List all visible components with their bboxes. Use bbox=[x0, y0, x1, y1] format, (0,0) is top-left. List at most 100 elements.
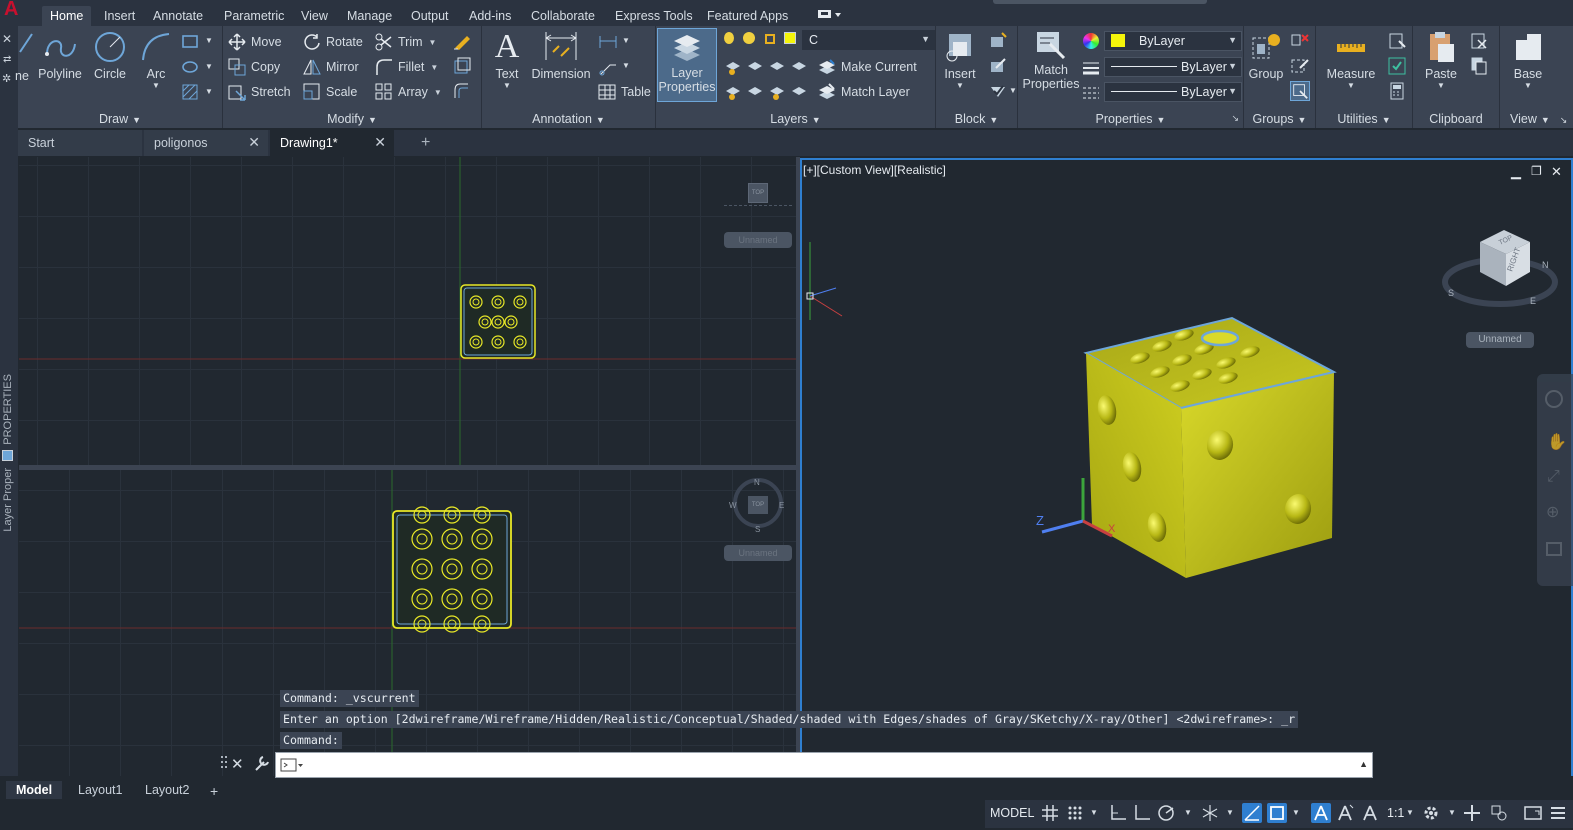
erase-icon[interactable] bbox=[452, 31, 472, 51]
tab-featured-apps[interactable]: Featured Apps bbox=[699, 6, 796, 26]
block-panel-title[interactable]: Block ▼ bbox=[936, 112, 1017, 126]
tab-express-tools[interactable]: Express Tools bbox=[607, 6, 701, 26]
zoom-icon[interactable]: ⤢ bbox=[1547, 468, 1560, 486]
leader-icon[interactable] bbox=[598, 57, 618, 77]
minimize-viewport-icon[interactable]: ▁ bbox=[1511, 164, 1521, 180]
tab-add-ins[interactable]: Add-ins bbox=[461, 6, 519, 26]
viewport-bottom[interactable]: TOP N S E W Unnamed bbox=[19, 470, 797, 776]
create-block-icon[interactable] bbox=[988, 31, 1008, 51]
model-space-toggle[interactable]: MODEL bbox=[990, 806, 1034, 820]
copy-clip-icon[interactable] bbox=[1469, 56, 1489, 76]
viewcube[interactable]: TOP RIGHT N S E bbox=[1442, 220, 1562, 330]
utilities-panel-title[interactable]: Utilities ▼ bbox=[1316, 112, 1412, 126]
color-dropdown[interactable]: ByLayer ▼ bbox=[1104, 31, 1242, 51]
polar-tracking-icon[interactable] bbox=[1156, 803, 1176, 823]
tab-view[interactable]: View bbox=[293, 6, 336, 26]
arc-button[interactable]: Arc ▼ bbox=[138, 30, 174, 90]
trim-button[interactable]: Trim ▼ bbox=[375, 31, 436, 53]
calculator-icon[interactable] bbox=[1387, 81, 1407, 101]
cut-icon[interactable] bbox=[1469, 31, 1489, 51]
scale-button[interactable]: Scale bbox=[303, 81, 357, 103]
tab-insert[interactable]: Insert bbox=[96, 6, 143, 26]
viewcube-small[interactable]: TOP bbox=[748, 183, 768, 203]
annotation-panel-title[interactable]: Annotation ▼ bbox=[482, 112, 655, 126]
insert-button[interactable]: Insert ▼ bbox=[940, 30, 980, 90]
object-snap-tracking-icon[interactable] bbox=[1242, 803, 1262, 823]
offset-icon[interactable] bbox=[452, 81, 472, 101]
properties-palette-tab[interactable]: PROPERTIES bbox=[2, 374, 14, 445]
properties-panel-title[interactable]: Properties ▼ bbox=[1018, 112, 1243, 126]
linetype-icon[interactable] bbox=[1081, 83, 1101, 103]
ribbon-pin-icon[interactable]: ↘ bbox=[1560, 115, 1568, 125]
clean-screen-icon[interactable] bbox=[1523, 803, 1543, 823]
ribbon-minimize-icon[interactable] bbox=[816, 9, 842, 21]
measure-button[interactable]: Measure ▼ bbox=[1320, 30, 1382, 90]
tab-output[interactable]: Output bbox=[403, 6, 457, 26]
layer-isolate-icons[interactable] bbox=[724, 58, 812, 76]
annotation-scale-icon[interactable] bbox=[1360, 803, 1380, 823]
autohide-icon[interactable]: ⇄ bbox=[3, 54, 11, 65]
showmotion-icon[interactable] bbox=[1546, 542, 1562, 556]
paste-button[interactable]: Paste ▼ bbox=[1419, 30, 1463, 90]
tab-poligonos[interactable]: poligonos ✕ bbox=[144, 130, 268, 156]
snap-dropdown-icon[interactable]: ▼ bbox=[1090, 808, 1098, 817]
base-dropdown-icon[interactable]: ▼ bbox=[1504, 81, 1552, 90]
layer-color-swatch[interactable] bbox=[784, 32, 797, 44]
ucs-menu-bottom[interactable]: Unnamed bbox=[724, 545, 792, 561]
dimension-style-dropdown-icon[interactable]: ▼ bbox=[622, 36, 630, 45]
dimension-button[interactable]: Dimension bbox=[530, 30, 592, 81]
tab-annotate[interactable]: Annotate bbox=[145, 6, 211, 26]
command-line-close-icon[interactable]: ✕ bbox=[231, 755, 244, 773]
array-dropdown-icon[interactable]: ▼ bbox=[434, 88, 442, 97]
infer-constraints-icon[interactable] bbox=[1108, 803, 1128, 823]
groups-panel-title[interactable]: Groups ▼ bbox=[1244, 112, 1315, 126]
palette-settings-icon[interactable]: ✲ bbox=[2, 72, 11, 85]
ucs-menu-top[interactable]: Unnamed bbox=[724, 232, 792, 248]
command-prompt-icon[interactable] bbox=[280, 758, 304, 772]
isodraft-icon[interactable] bbox=[1200, 803, 1220, 823]
command-line-grip-icon[interactable] bbox=[221, 756, 227, 772]
osnap-dropdown-icon[interactable]: ▼ bbox=[1292, 808, 1300, 817]
viewcube-bottom[interactable]: TOP bbox=[748, 496, 768, 514]
command-input[interactable] bbox=[308, 756, 1348, 774]
steering-wheel-icon[interactable] bbox=[1545, 390, 1563, 408]
insert-dropdown-icon[interactable]: ▼ bbox=[940, 81, 980, 90]
sun-icon[interactable] bbox=[743, 32, 756, 44]
close-tab-icon[interactable]: ✕ bbox=[248, 134, 260, 151]
lineweight-dropdown[interactable]: ByLayer ▼ bbox=[1104, 82, 1242, 102]
annotation-monitor-icon[interactable] bbox=[1462, 803, 1482, 823]
close-tab-icon[interactable]: ✕ bbox=[374, 134, 386, 151]
fillet-dropdown-icon[interactable]: ▼ bbox=[430, 63, 438, 72]
isolate-objects-icon[interactable] bbox=[1489, 803, 1509, 823]
color-wheel-icon[interactable] bbox=[1083, 33, 1099, 49]
group-button[interactable]: Group bbox=[1246, 30, 1286, 81]
attribute-icon[interactable] bbox=[988, 81, 1008, 101]
linetype-dropdown[interactable]: ByLayer ▼ bbox=[1104, 57, 1242, 77]
ortho-icon[interactable] bbox=[1132, 803, 1152, 823]
ellipse-dropdown-icon[interactable]: ▼ bbox=[205, 62, 213, 71]
pan-icon[interactable]: ✋ bbox=[1547, 432, 1567, 452]
copy-button[interactable]: Copy bbox=[228, 56, 280, 78]
workspace-gear-icon[interactable] bbox=[1421, 803, 1441, 823]
text-dropdown-icon[interactable]: ▼ bbox=[488, 81, 526, 90]
stretch-button[interactable]: Stretch bbox=[228, 81, 291, 103]
select-all-icon[interactable] bbox=[1387, 56, 1407, 76]
draw-panel-title[interactable]: Draw ▼ bbox=[18, 112, 222, 126]
ungroup-icon[interactable] bbox=[1290, 31, 1310, 51]
match-properties-button[interactable]: Match Properties bbox=[1020, 30, 1082, 91]
command-history-toggle-icon[interactable]: ▲ bbox=[1359, 759, 1368, 769]
rotate-button[interactable]: Rotate bbox=[303, 31, 363, 53]
linear-dimension-icon[interactable] bbox=[598, 32, 618, 52]
modify-panel-title[interactable]: Modify ▼ bbox=[223, 112, 481, 126]
make-current-button[interactable]: Make Current bbox=[818, 56, 917, 78]
restore-viewport-icon[interactable]: ❐ bbox=[1531, 164, 1542, 178]
attribute-dropdown-icon[interactable]: ▼ bbox=[1009, 86, 1017, 95]
annotation-visibility-icon[interactable] bbox=[1311, 803, 1331, 823]
close-palette-icon[interactable]: ✕ bbox=[2, 32, 12, 46]
tab-parametric[interactable]: Parametric bbox=[216, 6, 292, 26]
rectangle-icon[interactable] bbox=[181, 32, 201, 52]
paste-dropdown-icon[interactable]: ▼ bbox=[1419, 81, 1463, 90]
polar-dropdown-icon[interactable]: ▼ bbox=[1184, 808, 1192, 817]
arc-dropdown-icon[interactable]: ▼ bbox=[138, 81, 174, 90]
annotation-scale-value[interactable]: 1:1 bbox=[1387, 806, 1404, 820]
